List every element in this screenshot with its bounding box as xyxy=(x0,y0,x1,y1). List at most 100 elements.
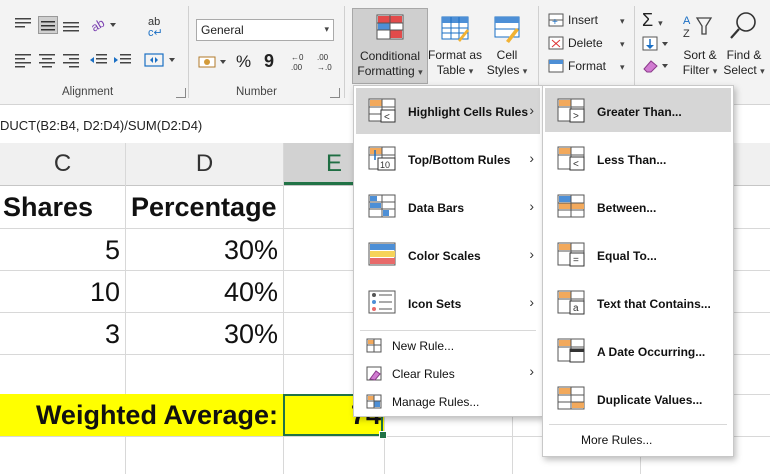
menu-label-top-bottom-rules: Top/Bottom Rules xyxy=(408,153,511,167)
submenu-label-text-that-contains: Text that Contains... xyxy=(597,297,711,311)
cf-label-line2: Formatting xyxy=(357,64,415,78)
fill-icon[interactable] xyxy=(642,36,672,52)
cell-styles-icon xyxy=(492,14,522,44)
column-header-c[interactable]: C xyxy=(0,143,125,185)
alignment-group-label: Alignment xyxy=(62,86,114,98)
percent-style-button[interactable]: % xyxy=(236,52,251,72)
delete-cells-icon xyxy=(548,36,564,50)
conditional-formatting-button[interactable]: Conditional Formatting ▾ xyxy=(352,8,428,84)
align-middle-icon[interactable] xyxy=(38,16,58,34)
manage-rules-icon xyxy=(366,394,382,410)
cell-styles-button[interactable]: Cell Styles ▾ xyxy=(484,8,530,84)
menu-item-icon-sets[interactable]: Icon Sets › xyxy=(354,280,542,326)
cell-c4[interactable]: 3 xyxy=(105,319,120,350)
autosum-icon[interactable]: Σ ▾ xyxy=(642,10,663,31)
orientation-icon[interactable]: ab xyxy=(90,15,118,33)
align-center-icon[interactable] xyxy=(38,52,56,68)
cf-label-line1: Conditional xyxy=(359,49,421,63)
format-as-table-button[interactable]: Format as Table ▾ xyxy=(428,8,482,84)
submenu-item-between[interactable]: Between... xyxy=(543,184,733,228)
chevron-right-icon: › xyxy=(529,150,534,166)
clear-rules-icon xyxy=(366,366,382,382)
date-occurring-icon xyxy=(557,338,587,364)
number-format-dropdown[interactable]: General ▾ xyxy=(196,19,334,41)
alignment-dialog-launcher[interactable] xyxy=(176,88,186,98)
sort-filter-button[interactable]: AZ Sort & Filter ▾ xyxy=(678,8,722,84)
align-bottom-icon[interactable] xyxy=(62,16,80,32)
submenu-label-greater-than: Greater Than... xyxy=(597,105,682,119)
header-cell-shares[interactable]: Shares xyxy=(3,192,93,223)
svg-text:c↵: c↵ xyxy=(148,27,163,37)
find-select-button[interactable]: Find & Select ▾ xyxy=(722,8,766,84)
svg-text:A: A xyxy=(683,15,691,27)
submenu-item-text-that-contains[interactable]: a Text that Contains... xyxy=(543,280,733,324)
svg-text:.00: .00 xyxy=(291,63,303,72)
increase-decimal-icon[interactable]: ←0.00 xyxy=(290,52,310,72)
weighted-average-label[interactable]: Weighted Average: xyxy=(36,400,278,431)
decrease-decimal-icon[interactable]: .00 →.0 xyxy=(316,52,336,72)
top-bottom-rules-icon: 10 xyxy=(368,146,398,172)
chevron-down-icon: ▾ xyxy=(620,39,625,49)
ribbon-separator xyxy=(188,6,189,98)
fill-handle[interactable] xyxy=(379,431,387,439)
comma-style-button[interactable]: 9 xyxy=(264,51,274,72)
menu-item-data-bars[interactable]: Data Bars › xyxy=(354,184,542,230)
column-header-d[interactable]: D xyxy=(126,143,283,185)
align-left-icon[interactable] xyxy=(14,52,32,68)
chevron-down-icon: ▾ xyxy=(712,66,718,76)
svg-text:=: = xyxy=(573,255,579,266)
cell-d3[interactable]: 40% xyxy=(224,277,278,308)
wrap-text-icon[interactable]: ab c↵ xyxy=(146,15,168,37)
cell-d4[interactable]: 30% xyxy=(224,319,278,350)
submenu-item-greater-than[interactable]: > Greater Than... xyxy=(543,88,733,132)
menu-label-new-rule: New Rule... xyxy=(392,339,455,353)
merge-center-icon[interactable] xyxy=(144,52,178,68)
insert-button[interactable]: + Insert ▾ xyxy=(548,12,632,30)
delete-label: Delete xyxy=(568,36,603,50)
chevron-down-icon: ▾ xyxy=(324,24,329,34)
menu-item-highlight-cells-rules[interactable]: < Highlight Cells Rules › xyxy=(354,88,542,134)
sort-label-line1: Sort & xyxy=(683,48,717,62)
number-format-value: General xyxy=(201,23,244,37)
submenu-item-more-rules[interactable]: More Rules... xyxy=(543,428,733,452)
menu-item-manage-rules[interactable]: Manage Rules... xyxy=(354,390,542,414)
cs-label-line2: Styles xyxy=(486,63,520,77)
formula-text[interactable]: DUCT(B2:B4, D2:D4)/SUM(D2:D4) xyxy=(0,118,202,133)
equal-to-icon: = xyxy=(557,242,587,268)
accounting-format-icon[interactable] xyxy=(198,54,232,70)
ribbon-separator xyxy=(344,6,345,98)
delete-button[interactable]: Delete ▾ xyxy=(548,35,632,53)
submenu-item-equal-to[interactable]: = Equal To... xyxy=(543,232,733,276)
sort-label-line2: Filter xyxy=(682,63,710,77)
submenu-item-less-than[interactable]: < Less Than... xyxy=(543,136,733,180)
menu-item-color-scales[interactable]: Color Scales › xyxy=(354,232,542,278)
format-as-table-icon xyxy=(440,14,470,44)
clear-eraser-icon[interactable] xyxy=(642,58,672,74)
svg-text:a: a xyxy=(573,303,579,314)
format-button[interactable]: Format ▾ xyxy=(548,58,632,76)
menu-separator xyxy=(360,330,536,331)
chevron-down-icon: ▾ xyxy=(468,66,474,76)
svg-text:<: < xyxy=(573,159,579,170)
cell-d2[interactable]: 30% xyxy=(224,235,278,266)
chevron-right-icon: › xyxy=(529,102,534,118)
menu-item-new-rule[interactable]: New Rule... xyxy=(354,334,542,358)
align-right-icon[interactable] xyxy=(62,52,80,68)
text-contains-icon: a xyxy=(557,290,587,316)
decrease-indent-icon[interactable] xyxy=(90,52,108,68)
submenu-item-duplicate-values[interactable]: Duplicate Values... xyxy=(543,376,733,420)
cell-c2[interactable]: 5 xyxy=(105,235,120,266)
menu-item-top-bottom-rules[interactable]: 10 Top/Bottom Rules › xyxy=(354,136,542,182)
header-cell-percentage[interactable]: Percentage xyxy=(131,192,277,223)
align-top-icon[interactable] xyxy=(14,16,32,32)
menu-item-clear-rules[interactable]: Clear Rules › xyxy=(354,362,542,386)
submenu-item-a-date-occurring[interactable]: A Date Occurring... xyxy=(543,328,733,372)
number-dialog-launcher[interactable] xyxy=(330,88,340,98)
cell-c3[interactable]: 10 xyxy=(90,277,120,308)
increase-indent-icon[interactable] xyxy=(114,52,132,68)
fat-label-line2: Table xyxy=(436,63,466,77)
menu-label-clear-rules: Clear Rules xyxy=(392,367,455,381)
submenu-label-duplicate-values: Duplicate Values... xyxy=(597,393,703,407)
color-scales-icon xyxy=(368,242,398,268)
chevron-down-icon: ▾ xyxy=(760,66,765,76)
